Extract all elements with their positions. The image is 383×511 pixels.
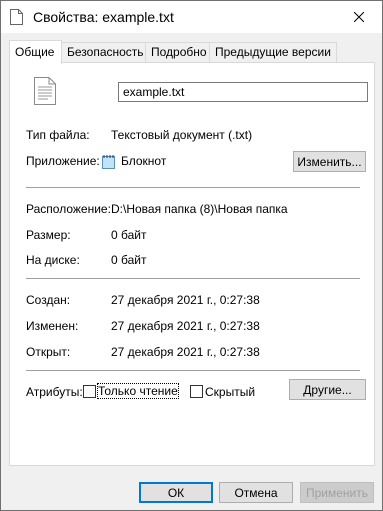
location-value: D:\Новая папка (8)\Новая папка (111, 202, 288, 216)
modified-label: Изменен: (26, 319, 79, 333)
tab-security[interactable]: Безопасность (61, 42, 150, 62)
size-value: 0 байт (111, 228, 147, 242)
general-panel: Тип файла: Текстовый документ (.txt) При… (9, 62, 375, 466)
created-label: Создан: (26, 293, 71, 307)
other-attributes-button[interactable]: Другие... (289, 379, 366, 400)
file-type-value: Текстовый документ (.txt) (111, 128, 253, 142)
file-type-label: Тип файла: (26, 128, 90, 142)
location-label: Расположение: (26, 202, 111, 216)
attributes-label: Атрибуты: (26, 385, 83, 399)
cancel-button[interactable]: Отмена (219, 482, 293, 503)
document-icon (10, 9, 23, 25)
apply-button[interactable]: Применить (300, 482, 374, 503)
separator (26, 278, 360, 279)
filename-input[interactable] (118, 82, 368, 102)
change-app-button[interactable]: Изменить... (293, 151, 366, 172)
close-button[interactable] (336, 1, 382, 33)
modified-value: 27 декабря 2021 г., 0:27:38 (111, 319, 260, 333)
app-value: Блокнот (121, 154, 167, 168)
notepad-icon (101, 154, 117, 170)
separator (26, 187, 360, 188)
created-value: 27 декабря 2021 г., 0:27:38 (111, 293, 260, 307)
tab-details[interactable]: Подробно (145, 42, 213, 62)
window-title: Свойства: example.txt (33, 9, 174, 25)
disk-size-label: На диске: (26, 253, 80, 267)
accessed-label: Открыт: (26, 345, 71, 359)
separator (26, 370, 360, 371)
properties-dialog: Свойства: example.txt Общие Безопасность… (0, 0, 383, 511)
tab-general[interactable]: Общие (9, 40, 62, 64)
close-icon (354, 12, 364, 22)
accessed-value: 27 декабря 2021 г., 0:27:38 (111, 345, 260, 359)
size-label: Размер: (26, 228, 71, 242)
tab-previous-versions[interactable]: Предыдущие версии (209, 42, 337, 62)
title-bar: Свойства: example.txt (1, 1, 382, 33)
readonly-checkbox[interactable] (83, 385, 96, 398)
ok-button[interactable]: ОК (139, 482, 213, 503)
readonly-label[interactable]: Только чтение (97, 383, 179, 399)
hidden-label[interactable]: Скрытый (205, 385, 255, 399)
tab-strip: Общие Безопасность Подробно Предыдущие в… (9, 40, 375, 64)
disk-size-value: 0 байт (111, 253, 147, 267)
hidden-checkbox[interactable] (190, 385, 203, 398)
text-file-icon (34, 77, 56, 105)
app-label: Приложение: (26, 154, 100, 168)
